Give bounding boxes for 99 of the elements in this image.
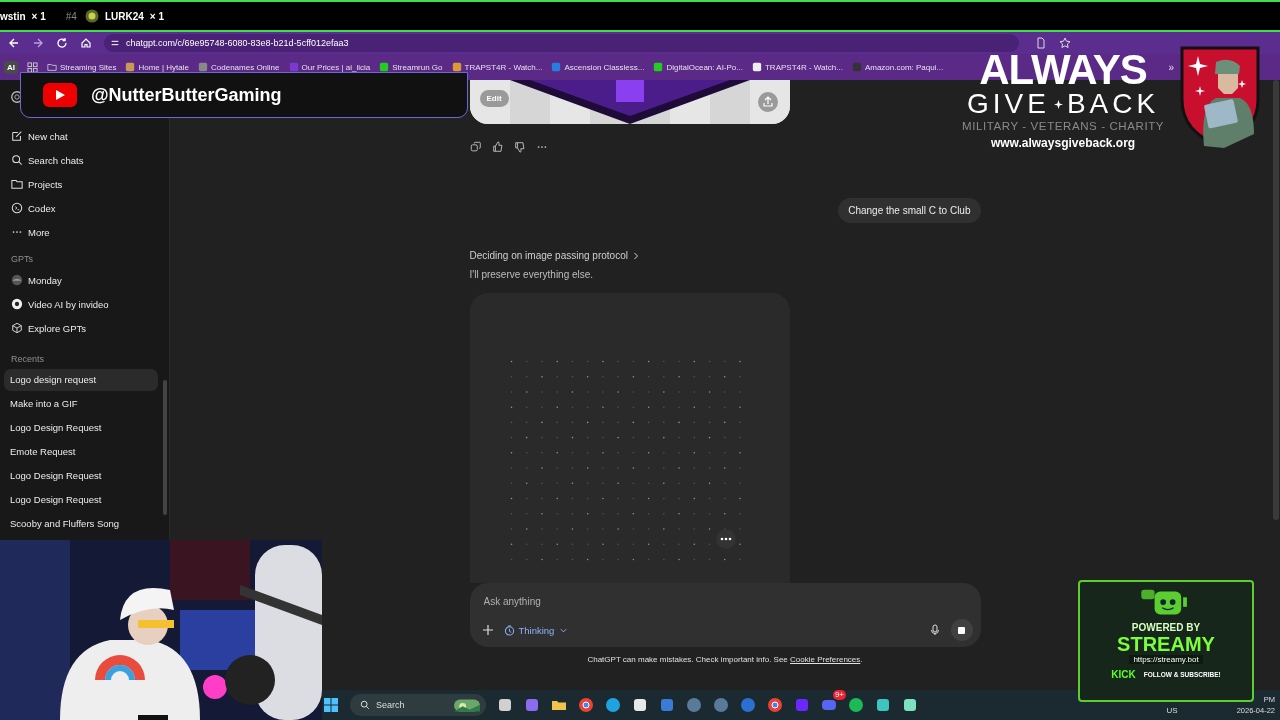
search-field[interactable]: Search xyxy=(350,694,486,716)
chat-history-item[interactable]: Scooby and Fluffers Song xyxy=(4,513,158,535)
viewer-name: wstin xyxy=(0,10,26,22)
rank-label: #4 xyxy=(65,10,77,22)
sidebar-item[interactable]: More xyxy=(0,220,169,244)
landscape-icon xyxy=(454,698,480,712)
charity-title: BACK xyxy=(1066,90,1160,118)
site-icon xyxy=(551,62,562,72)
notification-badge: 9+ xyxy=(832,690,846,700)
section-heading: Recents xyxy=(10,354,46,364)
microphone-icon[interactable] xyxy=(928,624,941,636)
disclaimer-text: ChatGPT can make mistakes. Check important info. See Cookie Preferences. xyxy=(586,655,864,664)
chat-history-item[interactable]: Logo Design Request xyxy=(4,465,158,487)
charity-title: ALWAYS xyxy=(979,50,1147,90)
viewer-count: × 1 xyxy=(149,10,164,22)
chat-history-item[interactable]: Logo design request xyxy=(4,369,158,391)
site-icon xyxy=(851,62,862,72)
site-icon xyxy=(751,62,762,72)
chat-history-item[interactable]: Logo Design Request xyxy=(4,417,158,439)
address-bar[interactable]: chatgpt.com/c/69e95748-6080-83e8-b21d-5cff012efaa3 xyxy=(104,34,1019,52)
back-icon[interactable] xyxy=(8,37,20,49)
viewer-name: LURK24 xyxy=(104,10,144,22)
folder-icon xyxy=(11,178,23,190)
site-icon xyxy=(288,62,299,72)
site-icon xyxy=(125,62,136,72)
chat-icon[interactable] xyxy=(821,697,837,713)
chat-history-item[interactable]: Emote Request xyxy=(4,441,158,463)
sidebar-item[interactable]: Projects xyxy=(0,172,169,196)
message-input[interactable]: Ask anything xyxy=(481,592,786,611)
sidebar-item[interactable]: Codex xyxy=(0,196,169,220)
task-view-icon[interactable] xyxy=(497,697,513,713)
timer-icon xyxy=(503,624,515,636)
forward-icon[interactable] xyxy=(32,37,44,49)
charity-tagline: MILITARY - VETERANS - CHARITY xyxy=(962,120,1165,132)
avatar-icon xyxy=(11,274,23,286)
reasoning-toggle[interactable]: Deciding on image passing protocol xyxy=(469,250,981,261)
charity-title: GIVE xyxy=(966,90,1050,118)
bookmark[interactable]: Streamrun Go xyxy=(379,62,443,72)
viewer-count: × 1 xyxy=(31,10,46,22)
edit-icon xyxy=(11,130,23,142)
avatar-icon xyxy=(84,9,99,23)
streamy-title: STREAMY xyxy=(1117,633,1215,655)
terminal-icon xyxy=(11,202,23,214)
play-icon xyxy=(43,83,77,107)
more-bookmarks-button[interactable]: » xyxy=(1168,61,1174,73)
bookmark[interactable]: DigitalOcean: AI-Po... xyxy=(653,62,743,72)
app-icon[interactable] xyxy=(524,697,540,713)
thumbs-up-icon[interactable] xyxy=(491,141,504,153)
sidebar-item[interactable]: Video AI by invideo xyxy=(0,292,169,316)
more-icon xyxy=(715,529,736,549)
windows-icon[interactable] xyxy=(323,697,339,713)
ai-button[interactable]: AI xyxy=(4,60,18,74)
kick-label: KICK xyxy=(1111,669,1136,680)
circle-logo-icon xyxy=(11,298,23,310)
channel-handle: @NutterButterGaming xyxy=(91,84,282,106)
site-icon xyxy=(198,62,208,72)
bookmark[interactable]: Amazon.com: Paqui... xyxy=(851,62,944,72)
section-heading: GPTs xyxy=(10,254,34,264)
sparkle-icon xyxy=(1053,99,1063,109)
tune-icon[interactable] xyxy=(110,38,120,48)
chevron-icon xyxy=(631,251,640,260)
cube-icon xyxy=(11,322,23,334)
thinking-mode-button[interactable]: Thinking xyxy=(503,624,570,636)
language-indicator[interactable]: US xyxy=(1166,705,1178,715)
bookmark[interactable]: Home | Hytale xyxy=(125,62,189,72)
home-icon[interactable] xyxy=(80,37,92,49)
apps-icon[interactable] xyxy=(27,61,38,73)
chat-history-item[interactable]: Make into a GIF xyxy=(4,393,158,415)
user-message: Change the small C to Club xyxy=(838,198,981,223)
stop-icon xyxy=(958,626,965,634)
copy-icon[interactable] xyxy=(469,141,482,153)
plus-icon[interactable] xyxy=(481,624,494,636)
bookmark[interactable]: TRAPST4R - Watch... xyxy=(451,62,543,72)
sidebar-item[interactable]: Monday xyxy=(0,268,169,292)
search-icon xyxy=(11,154,23,166)
powered-by-text: POWERED BY xyxy=(1131,622,1201,633)
chat-history-item[interactable]: Logo Design Request xyxy=(4,489,158,511)
stop-button[interactable] xyxy=(950,619,973,641)
reload-icon[interactable] xyxy=(56,37,68,49)
sidebar-item[interactable]: Search chats xyxy=(0,148,169,172)
sidebar-item[interactable]: New chat xyxy=(0,124,169,148)
bookmark[interactable]: TRAPST4R - Watch... xyxy=(751,62,843,72)
charity-url: www.alwaysgiveback.org xyxy=(990,136,1136,150)
bookmark[interactable]: Our Prices | ai_licia xyxy=(288,62,371,72)
bookmark[interactable]: Ascension Classless... xyxy=(551,62,645,72)
streamy-url: https://streamy.bot xyxy=(1129,655,1203,664)
site-icon xyxy=(451,62,462,72)
sidebar-item[interactable]: Explore GPTs xyxy=(0,316,169,340)
page-icon[interactable] xyxy=(1035,37,1047,49)
site-icon xyxy=(379,62,390,72)
site-icon xyxy=(653,62,664,72)
assistant-message: I'll preserve everything else. xyxy=(469,269,595,280)
star-icon[interactable] xyxy=(1059,37,1071,49)
app-icon[interactable] xyxy=(902,697,918,713)
bookmark[interactable]: Streaming Sites xyxy=(47,62,117,72)
bookmark[interactable]: Codenames Online xyxy=(198,62,280,72)
thumbs-down-icon[interactable] xyxy=(513,141,526,153)
search-icon xyxy=(360,700,370,710)
folder-icon xyxy=(47,62,57,72)
